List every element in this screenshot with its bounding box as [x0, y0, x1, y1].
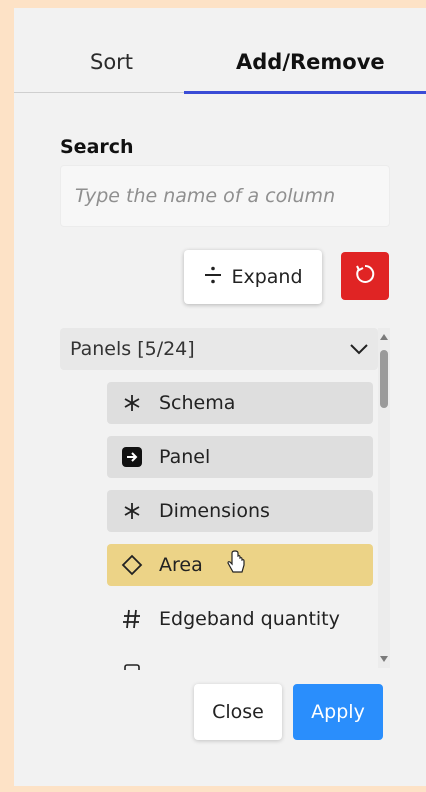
close-button[interactable]: Close	[194, 684, 282, 740]
scroll-down-icon[interactable]	[380, 656, 388, 662]
column-settings-panel: Sort Add/Remove Search Expand Panels [5/…	[14, 8, 426, 786]
tab-sort[interactable]: Sort	[90, 50, 133, 74]
list-item[interactable]: Schema	[107, 382, 373, 424]
scroll-thumb[interactable]	[380, 350, 388, 408]
search-label: Search	[60, 136, 134, 158]
asterisk-icon	[115, 393, 149, 413]
active-tab-indicator	[184, 91, 426, 94]
search-input[interactable]	[60, 165, 390, 227]
list-scrollbar[interactable]	[378, 328, 390, 668]
diamond-icon	[115, 554, 149, 576]
reset-button[interactable]	[341, 252, 389, 300]
list-item[interactable]: Dimensions	[107, 490, 373, 532]
reset-icon	[354, 263, 376, 289]
column-list: Schema Panel Dimensions Area Edgeband qu…	[60, 370, 378, 670]
list-item-label: Dimensions	[159, 500, 270, 522]
scroll-up-icon[interactable]	[380, 334, 388, 340]
hand-cursor-icon	[225, 549, 247, 581]
expand-button[interactable]: Expand	[184, 250, 322, 304]
list-item-label: Schema	[159, 392, 236, 414]
asterisk-icon	[115, 501, 149, 521]
tab-bar: Sort Add/Remove	[14, 44, 426, 96]
divide-icon	[203, 265, 223, 290]
group-label: Panels [5/24]	[70, 338, 195, 360]
list-item-label: Edgeband quantity	[159, 608, 340, 630]
group-header-panels[interactable]: Panels [5/24]	[60, 328, 378, 370]
column-icon	[115, 662, 149, 670]
hash-icon	[115, 608, 149, 630]
expand-label: Expand	[231, 266, 303, 288]
list-item[interactable]: Panel	[107, 436, 373, 478]
tab-add-remove[interactable]: Add/Remove	[236, 50, 385, 74]
apply-button[interactable]: Apply	[293, 684, 383, 740]
list-item-label: Area	[159, 554, 203, 576]
list-item-partial[interactable]	[107, 652, 373, 670]
list-item[interactable]: Edgeband quantity	[107, 598, 373, 640]
arrow-right-square-icon	[115, 446, 149, 468]
list-item-label: Panel	[159, 446, 211, 468]
list-item[interactable]: Area	[107, 544, 373, 586]
